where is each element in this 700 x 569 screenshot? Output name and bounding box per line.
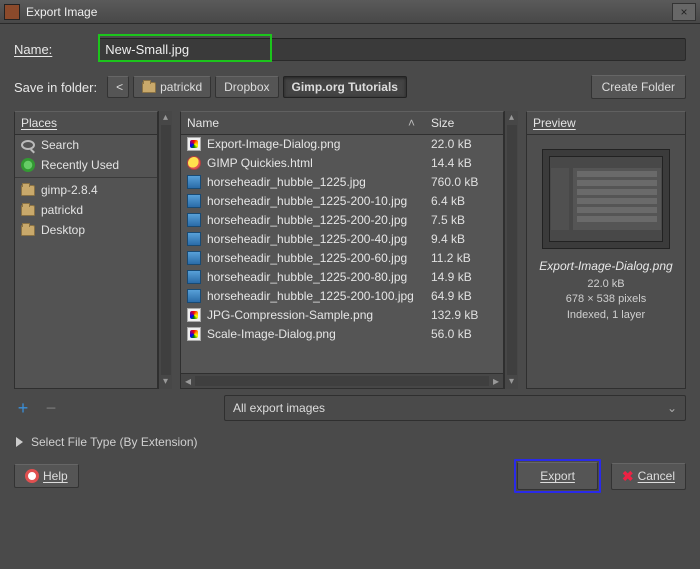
places-item-2[interactable]: Desktop [15,220,157,240]
places-item-0[interactable]: gimp-2.8.4 [15,180,157,200]
add-bookmark-button[interactable]: + [14,398,32,419]
name-label: Name: [14,42,52,57]
filetype-expander[interactable]: Select File Type (By Extension) [16,435,686,449]
window-title: Export Image [26,5,672,19]
file-size: 56.0 kB [425,327,497,341]
preview-panel: Preview Export-Image-Dialog.png 22.0 kB … [526,111,686,389]
file-row[interactable]: Scale-Image-Dialog.png 56.0 kB [181,325,503,344]
file-name: horseheadir_hubble_1225-200-40.jpg [207,232,419,246]
file-row[interactable]: horseheadir_hubble_1225-200-80.jpg 14.9 k… [181,268,503,287]
file-size: 11.2 kB [425,251,497,265]
filelist-vscroll[interactable]: ▴▾ [504,111,518,389]
close-button[interactable]: × [672,3,696,21]
titlebar: Export Image × [0,0,700,24]
filelist-panel: Name˄ Size Export-Image-Dialog.png 22.0 k… [180,111,504,389]
app-icon [4,4,20,20]
places-header: Places [15,112,157,135]
export-button[interactable]: Export [517,462,598,490]
search-icon [21,140,35,150]
preview-thumbnail [542,149,670,249]
filename-input[interactable] [98,38,686,61]
folder-icon [21,225,35,236]
path-segment-2[interactable]: Gimp.org Tutorials [283,76,407,98]
filetype-filter-select[interactable]: All export images ⌄ [224,395,686,421]
file-name: horseheadir_hubble_1225-200-20.jpg [207,213,419,227]
img-icon [187,289,201,303]
file-row[interactable]: Export-Image-Dialog.png 22.0 kB [181,135,503,154]
file-name: Export-Image-Dialog.png [207,137,419,151]
places-recent[interactable]: Recently Used [15,155,157,175]
img-icon [187,175,201,189]
triangle-right-icon [16,437,23,447]
create-folder-button[interactable]: Create Folder [591,75,686,99]
chevron-down-icon: ⌄ [667,401,677,415]
file-row[interactable]: horseheadir_hubble_1225-200-20.jpg 7.5 kB [181,211,503,230]
places-search[interactable]: Search [15,135,157,155]
file-row[interactable]: horseheadir_hubble_1225-200-40.jpg 9.4 kB [181,230,503,249]
help-icon [25,469,39,483]
col-size-header[interactable]: Size [425,116,497,130]
recent-icon [21,158,35,172]
remove-bookmark-button: − [42,398,60,419]
file-size: 132.9 kB [425,308,497,322]
file-size: 14.9 kB [425,270,497,284]
file-rows: Export-Image-Dialog.png 22.0 kB GIMP Quick… [181,135,503,373]
img-icon [187,213,201,227]
img-icon [187,194,201,208]
file-name: GIMP Quickies.html [207,156,419,170]
help-button[interactable]: Help [14,464,79,488]
file-row[interactable]: horseheadir_hubble_1225-200-100.jpg 64.9 … [181,287,503,306]
path-segment-0[interactable]: patrickd [133,76,211,98]
file-size: 760.0 kB [425,175,497,189]
preview-mode: Indexed, 1 layer [535,308,677,323]
places-vscroll[interactable]: ▴▾ [158,111,172,389]
preview-size: 22.0 kB [535,277,677,292]
folder-icon [21,185,35,196]
preview-header: Preview [527,112,685,135]
filelist-header: Name˄ Size [181,112,503,135]
file-row[interactable]: horseheadir_hubble_1225-200-10.jpg 6.4 kB [181,192,503,211]
preview-dims: 678 × 538 pixels [535,292,677,307]
img-icon [187,270,201,284]
file-name: horseheadir_hubble_1225.jpg [207,175,419,189]
img-icon [187,251,201,265]
file-name: Scale-Image-Dialog.png [207,327,419,341]
filelist-hscroll[interactable]: ◂▸ [181,373,503,388]
preview-filename: Export-Image-Dialog.png [535,259,677,273]
col-name-header[interactable]: Name˄ [187,116,425,130]
file-size: 64.9 kB [425,289,497,303]
file-name: JPG-Compression-Sample.png [207,308,419,322]
file-size: 6.4 kB [425,194,497,208]
file-size: 22.0 kB [425,137,497,151]
cancel-button[interactable]: ✖Cancel [611,463,686,490]
save-in-label: Save in folder: [14,80,97,95]
folder-icon [142,82,156,93]
folder-icon [21,205,35,216]
file-name: horseheadir_hubble_1225-200-100.jpg [207,289,419,303]
places-item-1[interactable]: patrickd [15,200,157,220]
path-bar: < patrickd Dropbox Gimp.org Tutorials [107,76,407,98]
places-separator [15,177,157,178]
path-back-button[interactable]: < [107,76,129,98]
sort-asc-icon: ˄ [408,116,415,130]
png-icon [187,327,201,341]
png-icon [187,137,201,151]
export-highlight-box: Export [514,459,601,493]
file-row[interactable]: horseheadir_hubble_1225.jpg 760.0 kB [181,173,503,192]
file-name: horseheadir_hubble_1225-200-60.jpg [207,251,419,265]
file-row[interactable]: JPG-Compression-Sample.png 132.9 kB [181,306,503,325]
file-size: 7.5 kB [425,213,497,227]
file-row[interactable]: horseheadir_hubble_1225-200-60.jpg 11.2 k… [181,249,503,268]
path-segment-1[interactable]: Dropbox [215,76,278,98]
file-name: horseheadir_hubble_1225-200-80.jpg [207,270,419,284]
img-icon [187,232,201,246]
close-icon: ✖ [622,468,634,485]
html-icon [187,156,201,170]
places-panel: Places Search Recently Used gimp-2.8.4 p… [14,111,158,389]
file-name: horseheadir_hubble_1225-200-10.jpg [207,194,419,208]
file-size: 14.4 kB [425,156,497,170]
png-icon [187,308,201,322]
file-size: 9.4 kB [425,232,497,246]
file-row[interactable]: GIMP Quickies.html 14.4 kB [181,154,503,173]
